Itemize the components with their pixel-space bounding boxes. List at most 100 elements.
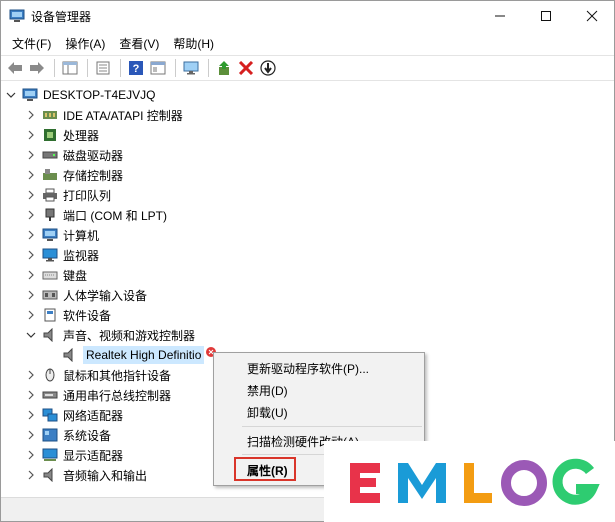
title-bar: 设备管理器 [1,1,614,31]
tree-root[interactable]: DESKTOP-T4EJVJQ [5,85,155,105]
update-driver-icon [219,61,229,75]
disk-drive-icon [42,151,58,159]
software-device-icon [44,308,56,322]
tree-item-label: 系统设备 [63,428,112,443]
tree-item-software-device[interactable]: 软件设备 [25,305,111,325]
tree-item-ide[interactable]: IDE ATA/ATAPI 控制器 [25,105,183,125]
disable-button[interactable] [258,58,278,78]
close-icon [586,10,598,22]
tree-item-network[interactable]: 网络适配器 [25,405,123,425]
tree-item-monitor[interactable]: 监视器 [25,245,99,265]
expand-chevron-icon[interactable] [25,305,37,325]
printer-icon [43,188,57,202]
help-icon: ? [129,61,143,75]
tree-item-label: 端口 (COM 和 LPT) [63,208,167,223]
maximize-icon [541,11,551,21]
tree-item-label: 网络适配器 [63,408,124,423]
tree-item-realtek[interactable]: Realtek High Definitio [45,345,205,365]
expand-chevron-icon[interactable] [25,405,37,425]
menu-bar: 文件(F) 操作(A) 查看(V) 帮助(H) [1,32,614,52]
expand-chevron-icon[interactable] [25,205,37,225]
help-button[interactable]: ? [126,58,146,78]
root-label: DESKTOP-T4EJVJQ [43,88,156,102]
computer-icon [42,228,58,241]
tree-item-label: 打印队列 [63,188,112,203]
hid-icon [42,290,58,300]
tree-item-hid[interactable]: 人体学输入设备 [25,285,147,305]
collapse-chevron-icon[interactable] [5,85,17,105]
tree-item-sound[interactable]: 声音、视频和游戏控制器 [25,325,195,345]
expand-chevron-icon[interactable] [25,285,37,305]
minimize-button[interactable] [477,1,523,31]
ctx-uninstall[interactable]: 卸载(U) [247,404,288,421]
tree-item-usb[interactable]: 通用串行总线控制器 [25,385,171,405]
ctx-update-driver[interactable]: 更新驱动程序软件(P)... [247,360,369,377]
monitor-icon [42,248,58,262]
scan-button[interactable] [181,58,201,78]
menu-action[interactable]: 操作(A) [58,32,112,52]
tree-item-system[interactable]: 系统设备 [25,425,111,445]
processor-icon [44,129,56,141]
expand-chevron-icon[interactable] [25,145,37,165]
computer-icon [22,88,38,101]
tree-item-label: 监视器 [63,248,100,263]
ctx-disable[interactable]: 禁用(D) [247,382,288,399]
ctx-separator [242,426,422,427]
tree-item-computer[interactable]: 计算机 [25,225,99,245]
expand-chevron-icon[interactable] [25,385,37,405]
close-button[interactable] [569,1,615,31]
tree-item-keyboard[interactable]: 键盘 [25,265,87,285]
tree-item-mouse[interactable]: 鼠标和其他指针设备 [25,365,171,385]
view-icon [150,61,166,75]
expand-chevron-icon[interactable] [25,365,37,385]
scan-icon [183,61,199,75]
expand-chevron-icon[interactable] [25,105,37,125]
tree-item-disk[interactable]: 磁盘驱动器 [25,145,123,165]
properties-button[interactable] [93,58,113,78]
speaker-icon [43,328,53,342]
collapse-chevron-icon[interactable] [25,325,37,345]
tree-item-label: 键盘 [63,268,88,283]
tree-item-label: 人体学输入设备 [63,288,148,303]
expand-chevron-icon[interactable] [25,265,37,285]
tree-item-processor[interactable]: 处理器 [25,125,99,145]
properties-icon [96,61,110,75]
emlog-logo [350,458,600,506]
tree-item-label: 计算机 [63,228,100,243]
expand-chevron-icon[interactable] [25,125,37,145]
maximize-button[interactable] [523,1,569,31]
usb-icon [42,391,58,399]
expand-chevron-icon[interactable] [25,245,37,265]
menu-view[interactable]: 查看(V) [112,32,166,52]
update-driver-button[interactable] [214,58,234,78]
show-hide-button[interactable] [60,58,80,78]
uninstall-button[interactable] [236,58,256,78]
speaker-icon [63,348,73,362]
tree-item-print-queue[interactable]: 打印队列 [25,185,111,205]
forward-button[interactable] [27,58,47,78]
tree-item-audio-io[interactable]: 音频输入和输出 [25,465,147,485]
back-button[interactable] [5,58,25,78]
tree-item-label: 处理器 [63,128,100,143]
expand-chevron-icon[interactable] [25,425,37,445]
tree-item-label: 显示适配器 [63,448,124,463]
toolbar-separator [175,59,176,77]
expand-chevron-icon[interactable] [25,165,37,185]
expand-chevron-icon[interactable] [25,185,37,205]
menu-help[interactable]: 帮助(H) [166,32,221,52]
tree-item-label: 通用串行总线控制器 [63,388,172,403]
window-title: 设备管理器 [31,10,92,24]
expand-chevron-icon[interactable] [25,445,37,465]
ide-controller-icon [43,111,57,119]
tree-item-ports[interactable]: 端口 (COM 和 LPT) [25,205,167,225]
tree-item-label: 鼠标和其他指针设备 [63,368,172,383]
menu-file[interactable]: 文件(F) [5,32,58,52]
expand-chevron-icon[interactable] [25,225,37,245]
toolbar-separator [208,59,209,77]
tree-item-display[interactable]: 显示适配器 [25,445,123,465]
system-device-icon [42,428,58,442]
view-button[interactable] [148,58,168,78]
tree-item-storage[interactable]: 存储控制器 [25,165,123,185]
expand-chevron-icon[interactable] [25,465,37,485]
display-adapter-icon [42,448,58,461]
